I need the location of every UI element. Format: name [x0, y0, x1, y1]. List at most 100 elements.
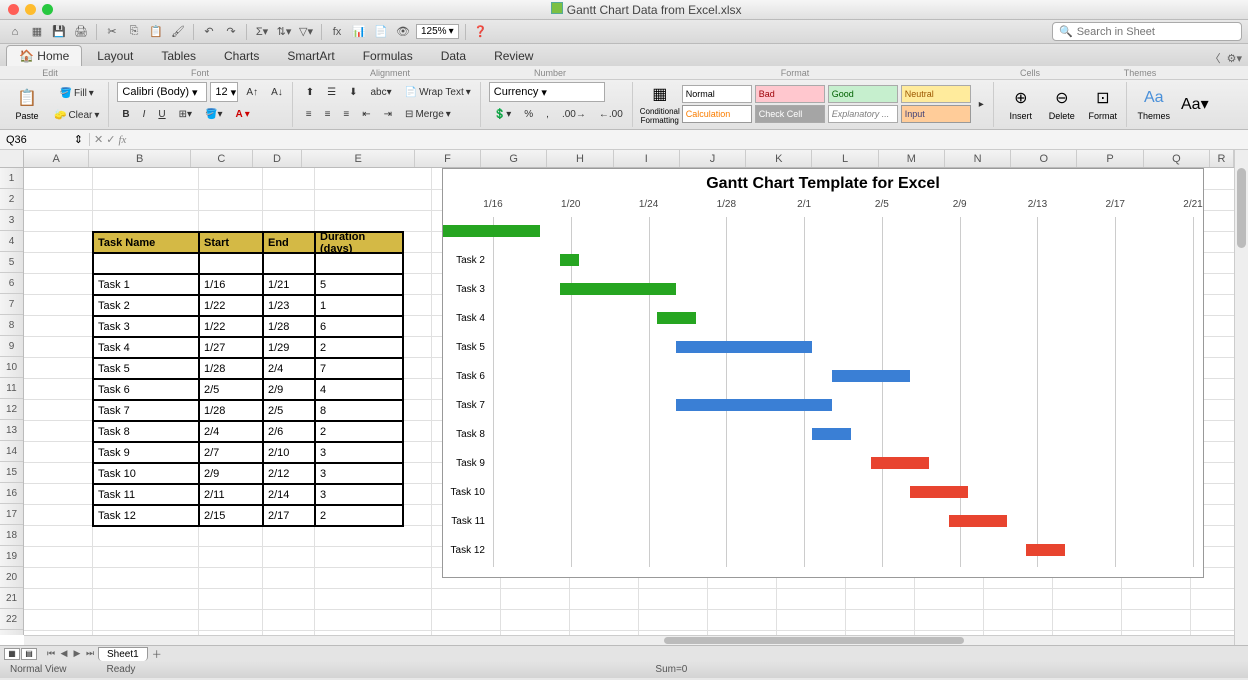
- chart-icon[interactable]: 📊: [350, 23, 368, 41]
- row-header-5[interactable]: 5: [0, 252, 23, 273]
- cancel-formula-icon[interactable]: ✕: [94, 133, 103, 146]
- col-header-F[interactable]: F: [415, 150, 481, 167]
- normal-view-button[interactable]: ▦: [4, 648, 20, 660]
- paste-icon[interactable]: 📋: [147, 23, 165, 41]
- select-all-corner[interactable]: [0, 150, 24, 168]
- col-header-B[interactable]: B: [89, 150, 191, 167]
- col-header-K[interactable]: K: [746, 150, 812, 167]
- row-header-14[interactable]: 14: [0, 441, 23, 462]
- gantt-bar[interactable]: [676, 399, 832, 411]
- horizontal-scrollbar[interactable]: [24, 635, 1234, 645]
- minimize-window-button[interactable]: [25, 4, 36, 15]
- row-header-3[interactable]: 3: [0, 210, 23, 231]
- row-header-7[interactable]: 7: [0, 294, 23, 315]
- row-header-1[interactable]: 1: [0, 168, 23, 189]
- gantt-bar[interactable]: [871, 457, 929, 469]
- table-row[interactable]: Task 112/112/143: [93, 484, 403, 505]
- row-header-4[interactable]: 4: [0, 231, 23, 252]
- align-right-button[interactable]: ≡: [338, 104, 354, 124]
- add-sheet-button[interactable]: ＋: [150, 648, 164, 660]
- close-window-button[interactable]: [8, 4, 19, 15]
- conditional-formatting-button[interactable]: ▦Conditional Formatting: [641, 82, 679, 126]
- row-header-21[interactable]: 21: [0, 588, 23, 609]
- undo-icon[interactable]: ↶: [200, 23, 218, 41]
- row-header-6[interactable]: 6: [0, 273, 23, 294]
- help-icon[interactable]: ❓: [472, 23, 490, 41]
- gantt-chart[interactable]: Gantt Chart Template for Excel 1/161/201…: [442, 168, 1204, 578]
- paste-button[interactable]: 📋Paste: [8, 82, 46, 126]
- orientation-button[interactable]: abc▾: [365, 82, 396, 102]
- table-row[interactable]: Task 11/161/215: [93, 274, 403, 295]
- tab-review[interactable]: Review: [481, 45, 546, 66]
- gantt-bar[interactable]: [812, 428, 851, 440]
- row-header-12[interactable]: 12: [0, 399, 23, 420]
- zoom-selector[interactable]: 125%▾: [416, 24, 459, 39]
- filter-icon[interactable]: ▽▾: [297, 23, 315, 41]
- align-middle-button[interactable]: ☰: [322, 82, 341, 102]
- print-icon[interactable]: 🖨: [72, 23, 90, 41]
- currency-button[interactable]: 💲▾: [489, 104, 516, 124]
- tab-layout[interactable]: Layout: [84, 45, 146, 66]
- table-row[interactable]: Task 122/152/172: [93, 505, 403, 526]
- font-name-selector[interactable]: Calibri (Body)▾: [117, 82, 207, 102]
- page-layout-view-button[interactable]: ▤: [21, 648, 37, 660]
- table-row[interactable]: Task 51/282/47: [93, 358, 403, 379]
- row-header-20[interactable]: 20: [0, 567, 23, 588]
- wrap-text-button[interactable]: 📄 Wrap Text ▾: [400, 82, 476, 102]
- merge-button[interactable]: ⊟ Merge ▾: [400, 104, 456, 124]
- indent-right-button[interactable]: ⇥: [379, 104, 397, 124]
- gantt-bar[interactable]: [949, 515, 1007, 527]
- delete-cells-button[interactable]: ⊖Delete: [1043, 82, 1081, 126]
- row-header-2[interactable]: 2: [0, 189, 23, 210]
- themes-button[interactable]: AaThemes: [1135, 82, 1173, 126]
- row-header-15[interactable]: 15: [0, 462, 23, 483]
- cut-icon[interactable]: ✂: [103, 23, 121, 41]
- increase-decimal-button[interactable]: .00→: [557, 104, 591, 124]
- last-sheet-button[interactable]: ⏭: [84, 648, 96, 660]
- header-start[interactable]: Start: [199, 232, 263, 253]
- prev-sheet-button[interactable]: ◀: [58, 648, 70, 660]
- maximize-window-button[interactable]: [42, 4, 53, 15]
- align-center-button[interactable]: ≡: [320, 104, 336, 124]
- table-row[interactable]: Task 62/52/94: [93, 379, 403, 400]
- layout-icon[interactable]: ▦: [28, 23, 46, 41]
- table-row[interactable]: Task 82/42/62: [93, 421, 403, 442]
- italic-button[interactable]: I: [138, 104, 151, 124]
- textbox-icon[interactable]: 📄: [372, 23, 390, 41]
- table-row[interactable]: Task 31/221/286: [93, 316, 403, 337]
- col-header-R[interactable]: R: [1210, 150, 1234, 167]
- underline-button[interactable]: U: [153, 104, 170, 124]
- header-duration[interactable]: Duration (days): [315, 232, 403, 253]
- header-task-name[interactable]: Task Name: [93, 232, 199, 253]
- tab-formulas[interactable]: Formulas: [350, 45, 426, 66]
- name-box[interactable]: Q36⇕: [0, 133, 90, 146]
- header-end[interactable]: End: [263, 232, 315, 253]
- increase-font-button[interactable]: A↑: [241, 82, 263, 102]
- format-painter-icon[interactable]: 🖌: [169, 23, 187, 41]
- row-header-19[interactable]: 19: [0, 546, 23, 567]
- gantt-bar[interactable]: [676, 341, 812, 353]
- fill-button[interactable]: 🪣 Fill ▾: [49, 83, 104, 103]
- table-row[interactable]: Task 71/282/58: [93, 400, 403, 421]
- save-icon[interactable]: 💾: [50, 23, 68, 41]
- row-header-11[interactable]: 11: [0, 378, 23, 399]
- col-header-C[interactable]: C: [191, 150, 252, 167]
- show-icon[interactable]: 👁: [394, 23, 412, 41]
- search-input[interactable]: [1077, 26, 1235, 38]
- fill-color-button[interactable]: 🪣▾: [200, 104, 227, 124]
- home-icon[interactable]: ⌂: [6, 23, 24, 41]
- tab-tables[interactable]: Tables: [148, 45, 209, 66]
- col-header-I[interactable]: I: [614, 150, 680, 167]
- gantt-bar[interactable]: [560, 283, 677, 295]
- style-normal[interactable]: Normal: [682, 85, 752, 103]
- col-header-M[interactable]: M: [879, 150, 945, 167]
- style-explanatory[interactable]: Explanatory ...: [828, 105, 898, 123]
- accept-formula-icon[interactable]: ✓: [106, 133, 115, 146]
- fx-icon[interactable]: fx: [328, 23, 346, 41]
- style-neutral[interactable]: Neutral: [901, 85, 971, 103]
- gantt-bar[interactable]: [443, 225, 540, 237]
- tab-home[interactable]: 🏠 Home: [6, 45, 82, 66]
- table-row[interactable]: Task 102/92/123: [93, 463, 403, 484]
- col-header-H[interactable]: H: [547, 150, 613, 167]
- align-bottom-button[interactable]: ⬇: [344, 82, 362, 102]
